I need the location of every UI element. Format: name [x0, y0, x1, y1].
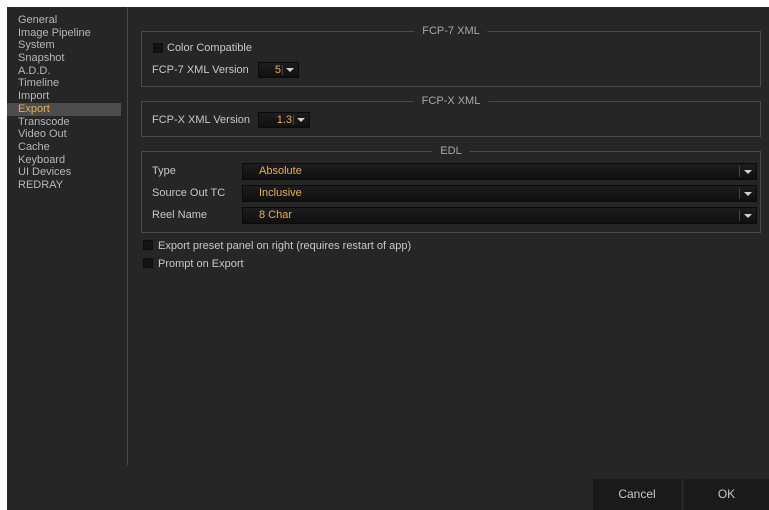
sidebar-item-add[interactable]: A.D.D. [7, 65, 121, 78]
reel-name-value: 8 Char [259, 209, 293, 221]
sidebar-item-export[interactable]: Export [7, 102, 121, 116]
select-separator [293, 115, 294, 125]
cancel-button[interactable]: Cancel [593, 479, 681, 510]
fcp7-version-select[interactable]: 5 [258, 62, 299, 78]
sidebar-item-system[interactable]: System [7, 39, 121, 52]
prompt-on-export-checkbox[interactable] [143, 258, 153, 268]
source-out-tc-label: Source Out TC [152, 187, 226, 199]
sidebar-item-ui-devices[interactable]: UI Devices [7, 166, 121, 179]
select-separator [282, 65, 283, 75]
fcp7-version-value: 5 [274, 64, 281, 76]
fcp7-xml-group: FCP-7 XML Color Compatible FCP-7 XML Ver… [141, 24, 761, 87]
ok-button[interactable]: OK [684, 479, 769, 510]
fcpx-xml-group: FCP-X XML FCP-X XML Version 1.3 [141, 94, 761, 137]
prompt-on-export-label: Prompt on Export [158, 258, 244, 270]
reel-name-label: Reel Name [152, 209, 208, 221]
chevron-down-icon [744, 192, 752, 196]
source-out-tc-value: Inclusive [259, 187, 302, 199]
sidebar-item-image-pipeline[interactable]: Image Pipeline [7, 27, 121, 40]
color-compatible-checkbox[interactable] [153, 43, 163, 53]
chevron-down-icon [744, 170, 752, 174]
select-separator [739, 166, 740, 177]
edl-title: EDL [432, 144, 470, 158]
fcp7-xml-title: FCP-7 XML [414, 24, 488, 38]
edl-type-label: Type [152, 165, 176, 177]
sidebar-list: General Image Pipeline System Snapshot A… [7, 7, 127, 192]
export-preset-label: Export preset panel on right (requires r… [158, 240, 412, 252]
export-preset-checkbox[interactable] [143, 240, 153, 250]
sidebar-item-transcode[interactable]: Transcode [7, 116, 121, 129]
sidebar-item-keyboard[interactable]: Keyboard [7, 154, 121, 167]
chevron-down-icon [286, 68, 294, 72]
chevron-down-icon [297, 118, 305, 122]
sidebar-item-snapshot[interactable]: Snapshot [7, 52, 121, 65]
sidebar-item-redray[interactable]: REDRAY [7, 179, 121, 192]
sidebar-item-import[interactable]: Import [7, 90, 121, 103]
fcp7-version-label: FCP-7 XML Version [152, 64, 249, 76]
reel-name-select[interactable]: 8 Char [242, 207, 757, 224]
color-compatible-label: Color Compatible [167, 42, 252, 54]
fcpx-version-select[interactable]: 1.3 [258, 112, 310, 128]
fcpx-xml-title: FCP-X XML [413, 94, 489, 108]
sidebar-item-general[interactable]: General [7, 14, 121, 27]
chevron-down-icon [744, 214, 752, 218]
select-separator [739, 210, 740, 221]
edl-type-select[interactable]: Absolute [242, 163, 757, 180]
edl-type-value: Absolute [259, 165, 302, 177]
sidebar-item-timeline[interactable]: Timeline [7, 77, 121, 90]
preferences-window: General Image Pipeline System Snapshot A… [7, 7, 769, 510]
fcpx-version-label: FCP-X XML Version [152, 114, 251, 126]
sidebar-item-video-out[interactable]: Video Out [7, 128, 121, 141]
source-out-tc-select[interactable]: Inclusive [242, 185, 757, 202]
edl-group: EDL Type Absolute Source Out TC Inclusiv… [141, 144, 761, 233]
fcpx-version-value: 1.3 [276, 114, 292, 126]
sidebar-item-cache[interactable]: Cache [7, 141, 121, 154]
select-separator [739, 188, 740, 199]
sidebar: General Image Pipeline System Snapshot A… [7, 7, 128, 465]
